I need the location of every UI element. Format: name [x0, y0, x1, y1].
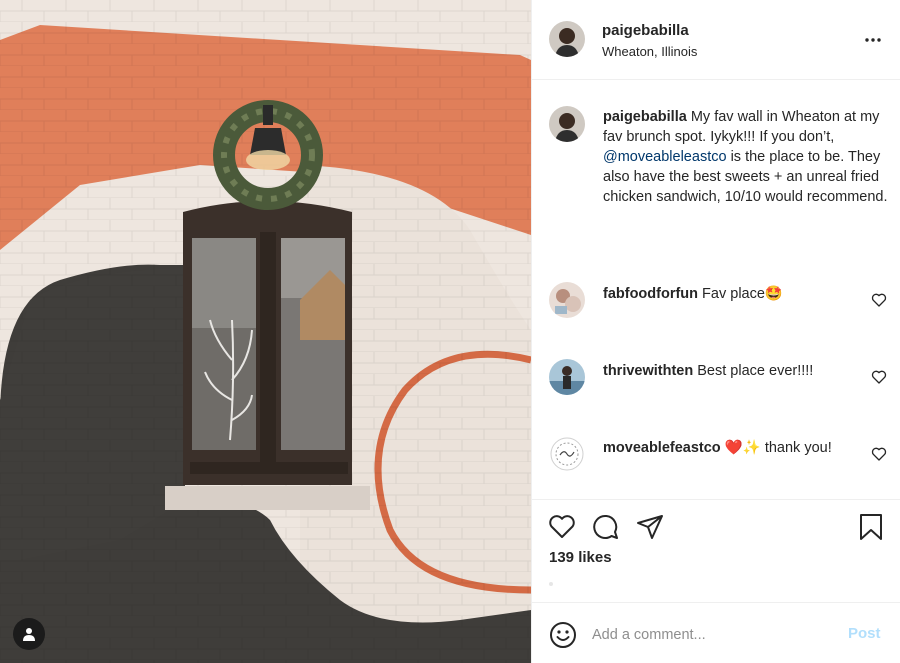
comment-body: Best place ever!!!!	[693, 363, 814, 379]
comment-like-heart-icon[interactable]	[871, 446, 887, 462]
commenter-avatar-image	[549, 282, 585, 318]
comment-text: fabfoodforfun Fav place🤩	[603, 284, 783, 304]
commenter-avatar-logo	[549, 436, 585, 472]
author-avatar[interactable]	[549, 21, 585, 57]
comment-username[interactable]: thrivewithten	[603, 363, 693, 379]
paper-plane-icon[interactable]	[635, 512, 665, 542]
post-comment-button[interactable]: Post	[848, 625, 881, 642]
person-icon	[23, 628, 35, 641]
commenter-avatar-image	[549, 359, 585, 395]
comment-body: Fav place🤩	[698, 286, 783, 302]
more-options-icon	[865, 38, 881, 42]
user-tag-button[interactable]	[13, 618, 45, 650]
comment-username[interactable]: fabfoodforfun	[603, 286, 698, 302]
caption-author-avatar[interactable]	[549, 106, 585, 142]
caption-mention-link[interactable]: @moveableleastco	[603, 149, 727, 165]
comment-row: fabfoodforfun Fav place🤩	[532, 282, 900, 322]
author-avatar-image	[549, 21, 585, 57]
caption-username[interactable]: paigebabilla	[603, 109, 687, 125]
comment-username[interactable]: moveablefeastco	[603, 440, 721, 456]
post-caption: paigebabilla My fav wall in Wheaton at m…	[603, 107, 888, 207]
mural-image	[0, 0, 531, 663]
post-side-panel: paigebabilla Wheaton, Illinois paigebabi…	[531, 0, 900, 663]
post-header: paigebabilla Wheaton, Illinois	[532, 0, 900, 80]
commenter-avatar[interactable]	[549, 436, 585, 472]
timestamp-placeholder	[549, 582, 553, 586]
commenter-avatar[interactable]	[549, 282, 585, 318]
comment-like-heart-icon[interactable]	[871, 369, 887, 385]
comment-body: ❤️✨ thank you!	[720, 440, 832, 456]
add-comment-bar: Post	[532, 602, 900, 663]
comment-like-heart-icon[interactable]	[871, 292, 887, 308]
post-photo[interactable]	[0, 0, 531, 663]
smiley-icon[interactable]	[549, 621, 577, 649]
more-options-button[interactable]	[863, 30, 883, 50]
comment-row: moveablefeastco ❤️✨ thank you!	[532, 436, 900, 476]
bookmark-icon[interactable]	[856, 512, 886, 542]
caption-avatar-image	[549, 106, 585, 142]
comments-section: paigebabilla My fav wall in Wheaton at m…	[532, 80, 900, 499]
comment-row: thrivewithten Best place ever!!!!	[532, 359, 900, 399]
commenter-avatar[interactable]	[549, 359, 585, 395]
comment-text: moveablefeastco ❤️✨ thank you!	[603, 438, 832, 458]
comment-text: thrivewithten Best place ever!!!!	[603, 361, 813, 381]
post-actions-bar: 139 likes	[532, 499, 900, 602]
heart-icon[interactable]	[547, 512, 577, 542]
author-username[interactable]: paigebabilla	[602, 22, 689, 39]
add-comment-input[interactable]	[592, 623, 832, 647]
comment-icon[interactable]	[591, 512, 621, 542]
likes-count[interactable]: 139 likes	[549, 549, 612, 566]
post-location[interactable]: Wheaton, Illinois	[602, 44, 697, 59]
